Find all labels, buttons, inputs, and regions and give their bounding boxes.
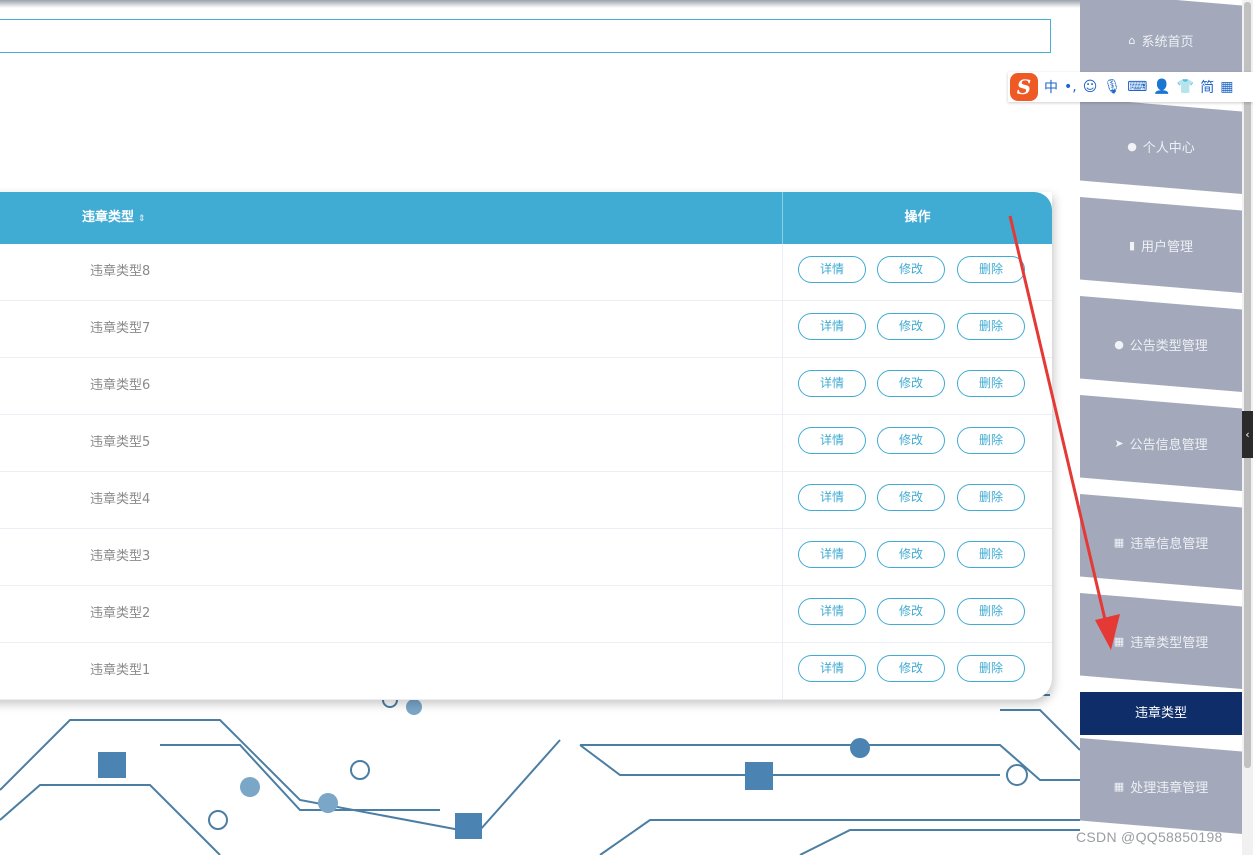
type-cell: 违章类型2 xyxy=(90,606,151,621)
sidebar-item-notice-types[interactable]: ● 公告类型管理 xyxy=(1080,296,1242,392)
sidebar-item-label: 违章类型管理 xyxy=(1130,635,1209,651)
chevron-left-icon: ‹ xyxy=(1245,428,1250,441)
type-cell: 违章类型7 xyxy=(90,321,151,336)
cell-divider xyxy=(782,472,783,528)
skin-icon[interactable]: 👕 xyxy=(1177,79,1194,95)
sidebar-item-notices[interactable]: ➤ 公告信息管理 xyxy=(1080,395,1242,491)
table-row: 违章类型5 详情 修改 删除 xyxy=(0,415,1052,472)
edit-button[interactable]: 修改 xyxy=(877,370,945,397)
table-body: 违章类型8 详情 修改 删除 违章类型7 详情 修改 删除 违章类型6 详情 修改 删除 违章类型… xyxy=(0,244,1052,700)
sidebar-item-profile[interactable]: ● 个人中心 xyxy=(1080,98,1242,194)
table-row: 违章类型4 详情 修改 删除 xyxy=(0,472,1052,529)
home-icon: ⌂ xyxy=(1128,33,1136,47)
column-header-label: 违章类型 xyxy=(82,210,135,225)
edit-button[interactable]: 修改 xyxy=(877,256,945,283)
edit-button[interactable]: 修改 xyxy=(877,427,945,454)
sidebar-item-label: 处理违章管理 xyxy=(1130,780,1209,796)
detail-button[interactable]: 详情 xyxy=(798,256,866,283)
detail-button[interactable]: 详情 xyxy=(798,370,866,397)
edit-button[interactable]: 修改 xyxy=(877,655,945,682)
emoji-icon[interactable]: ☺ xyxy=(1083,79,1098,95)
column-header-actions: 操作 xyxy=(904,210,931,225)
top-shadow xyxy=(0,0,1080,8)
delete-button[interactable]: 删除 xyxy=(957,370,1025,397)
table-row: 违章类型7 详情 修改 删除 xyxy=(0,301,1052,358)
data-table: 违章类型 ⇕ 操作 违章类型8 详情 修改 删除 违章类型7 详情 修改 删除 违章类型6 详情… xyxy=(0,192,1052,700)
keyboard-icon[interactable]: ⌨ xyxy=(1127,79,1147,95)
column-header-type[interactable]: 违章类型 ⇕ xyxy=(82,192,146,244)
sidebar-item-handle-violations[interactable]: ▦ 处理违章管理 xyxy=(1080,738,1242,834)
table-row: 违章类型8 详情 修改 删除 xyxy=(0,244,1052,301)
grid-icon: ▦ xyxy=(1113,535,1125,549)
send-icon: ➤ xyxy=(1114,436,1124,450)
cell-divider xyxy=(782,244,783,300)
sort-icon[interactable]: ⇕ xyxy=(138,214,146,224)
delete-button[interactable]: 删除 xyxy=(957,256,1025,283)
circuit-background xyxy=(0,692,1080,855)
ime-toolbar[interactable]: S 中 •, ☺ 🎙 ⌨ 👤 👕 简 ▦ xyxy=(1008,72,1253,102)
watermark: CSDN @QQ58850198 xyxy=(1076,829,1223,845)
detail-button[interactable]: 详情 xyxy=(798,598,866,625)
sidebar-item-label: 公告信息管理 xyxy=(1129,437,1208,453)
sidebar: ⌂ 系统首页 ● 个人中心 ▮ 用户管理 ● 公告类型管理 ➤ 公告信息管理 ▦ 违章信息管… xyxy=(1080,0,1242,855)
table-row: 违章类型6 详情 修改 删除 xyxy=(0,358,1052,415)
sidebar-item-label: 用户管理 xyxy=(1141,239,1194,255)
cell-divider xyxy=(782,301,783,357)
table-row: 违章类型2 详情 修改 删除 xyxy=(0,586,1052,643)
account-icon[interactable]: 👤 xyxy=(1153,79,1170,95)
type-cell: 违章类型8 xyxy=(90,264,151,279)
ime-mode-toggle[interactable]: 中 xyxy=(1044,77,1058,97)
detail-button[interactable]: 详情 xyxy=(798,655,866,682)
delete-button[interactable]: 删除 xyxy=(957,427,1025,454)
type-cell: 违章类型5 xyxy=(90,435,151,450)
scrollbar-thumb[interactable] xyxy=(1244,2,1251,768)
sidebar-item-label: 公告类型管理 xyxy=(1129,338,1208,354)
delete-button[interactable]: 删除 xyxy=(957,313,1025,340)
sidebar-item-label: 系统首页 xyxy=(1141,34,1194,50)
sidebar-item-label: 违章信息管理 xyxy=(1130,536,1209,552)
collapse-toggle[interactable]: ‹ xyxy=(1242,411,1253,458)
grid-icon: ▦ xyxy=(1113,634,1125,648)
edit-button[interactable]: 修改 xyxy=(877,598,945,625)
type-cell: 违章类型1 xyxy=(90,663,151,678)
user-icon: ● xyxy=(1127,139,1137,153)
delete-button[interactable]: 删除 xyxy=(957,484,1025,511)
mic-icon[interactable]: 🎙 xyxy=(1103,79,1121,95)
sogou-logo[interactable]: S xyxy=(1010,73,1038,101)
table-row: 违章类型3 详情 修改 删除 xyxy=(0,529,1052,586)
edit-button[interactable]: 修改 xyxy=(877,484,945,511)
user-icon: ● xyxy=(1114,337,1124,351)
table-header: 违章类型 ⇕ 操作 xyxy=(0,192,1052,244)
edit-button[interactable]: 修改 xyxy=(877,541,945,568)
delete-button[interactable]: 删除 xyxy=(957,655,1025,682)
clipboard-icon: ▮ xyxy=(1128,238,1136,252)
table-row: 违章类型1 详情 修改 删除 xyxy=(0,643,1052,700)
cell-divider xyxy=(782,529,783,585)
type-cell: 违章类型4 xyxy=(90,492,151,507)
delete-button[interactable]: 删除 xyxy=(957,598,1025,625)
sidebar-item-violation-types[interactable]: ▦ 违章类型管理 xyxy=(1080,593,1242,689)
grid-icon[interactable]: ▦ xyxy=(1220,79,1233,95)
cell-divider xyxy=(782,643,783,699)
detail-button[interactable]: 详情 xyxy=(798,541,866,568)
type-cell: 违章类型3 xyxy=(90,549,151,564)
sidebar-item-label: 个人中心 xyxy=(1142,140,1195,156)
cell-divider xyxy=(782,358,783,414)
delete-button[interactable]: 删除 xyxy=(957,541,1025,568)
detail-button[interactable]: 详情 xyxy=(798,427,866,454)
grid-icon: ▦ xyxy=(1113,779,1125,793)
sidebar-subitem-violation-type[interactable]: 违章类型 xyxy=(1080,692,1242,735)
edit-button[interactable]: 修改 xyxy=(877,313,945,340)
ime-punct-toggle[interactable]: •, xyxy=(1064,79,1077,95)
type-cell: 违章类型6 xyxy=(90,378,151,393)
detail-button[interactable]: 详情 xyxy=(798,484,866,511)
search-input[interactable] xyxy=(0,19,1051,53)
sidebar-item-users[interactable]: ▮ 用户管理 xyxy=(1080,197,1242,293)
sidebar-item-violations[interactable]: ▦ 违章信息管理 xyxy=(1080,494,1242,590)
ime-simplified-toggle[interactable]: 简 xyxy=(1200,77,1214,97)
cell-divider xyxy=(782,586,783,642)
cell-divider xyxy=(782,415,783,471)
detail-button[interactable]: 详情 xyxy=(798,313,866,340)
